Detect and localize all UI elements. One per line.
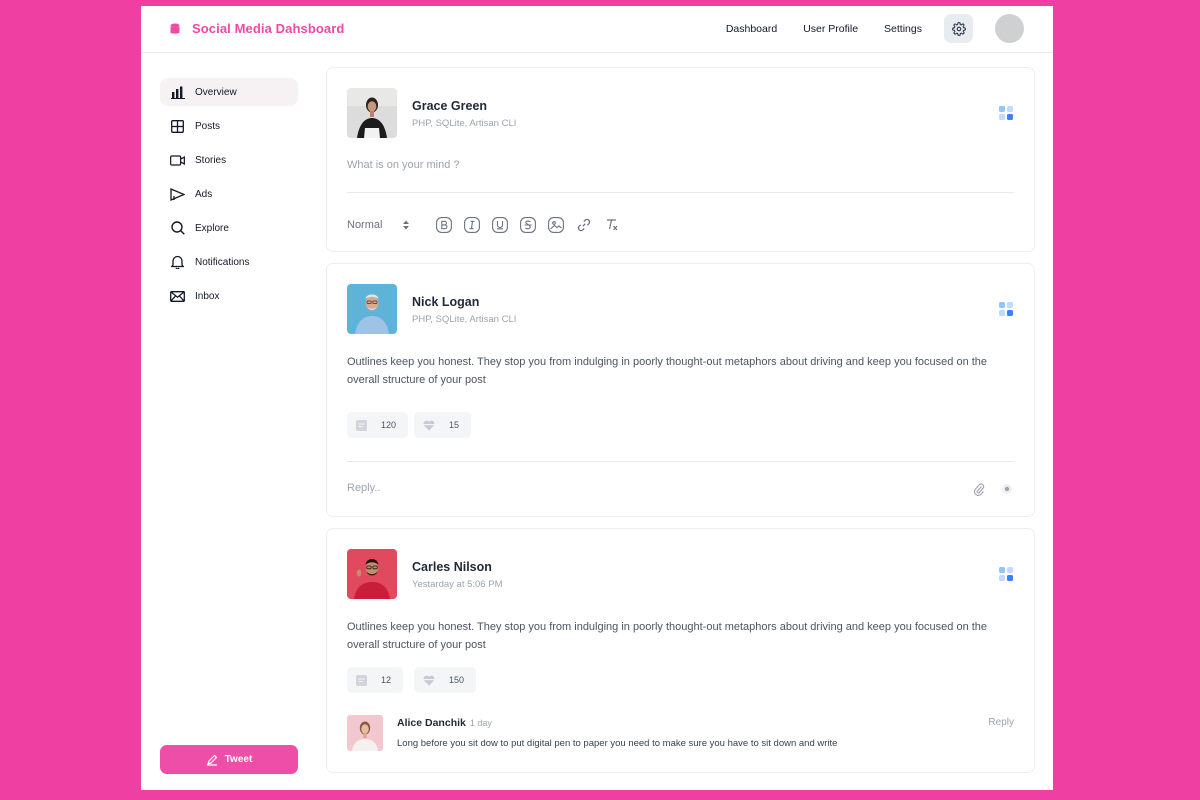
brand[interactable]: Social Media Dahsboard	[170, 21, 344, 36]
gear-icon	[951, 21, 966, 36]
composer-user-name: Grace Green	[412, 99, 488, 113]
chevron-updown-icon[interactable]	[396, 215, 416, 235]
post-avatar	[347, 549, 397, 599]
post-card: Carles Nilson Yestarday at 5:06 PM Outli…	[326, 528, 1035, 773]
post-user-name: Nick Logan	[412, 295, 480, 309]
post-avatar	[347, 284, 397, 334]
nav-settings[interactable]: Settings	[884, 23, 922, 35]
nav-user-profile[interactable]: User Profile	[803, 23, 858, 35]
strikethrough-icon[interactable]	[518, 215, 538, 235]
apps-icon[interactable]	[998, 566, 1014, 582]
post-text: Outlines keep you honest. They stop you …	[347, 356, 988, 386]
sidebar-item-label: Explore	[195, 222, 229, 234]
paperclip-icon[interactable]	[973, 482, 985, 496]
sidebar-item-stories[interactable]: Stories	[160, 146, 298, 174]
app-window: Social Media Dahsboard Dashboard User Pr…	[141, 6, 1053, 790]
sidebar-item-label: Ads	[195, 188, 213, 200]
comment-text: Long before you sit dow to put digital p…	[397, 738, 838, 749]
sidebar-item-label: Overview	[195, 86, 237, 98]
tweet-label: Tweet	[224, 754, 253, 765]
sidebar: Overview Posts Stories Ads Explore Notif…	[160, 78, 298, 316]
search-icon	[170, 221, 185, 236]
sidebar-item-ads[interactable]: Ads	[160, 180, 298, 208]
sidebar-item-label: Stories	[195, 154, 227, 166]
composer-input[interactable]: What is on your mind ?	[347, 159, 460, 171]
brand-name: Social Media Dahsboard	[192, 21, 345, 36]
comment-icon	[356, 419, 367, 431]
likes-count: 15	[449, 420, 460, 430]
tweet-button[interactable]: Tweet	[160, 745, 298, 774]
underline-icon[interactable]	[490, 215, 510, 235]
heart-icon	[423, 675, 435, 685]
post-timestamp: Yestarday at 5:06 PM	[412, 579, 503, 590]
settings-button[interactable]	[944, 14, 973, 43]
post-user-name: Carles Nilson	[412, 560, 492, 574]
composer-avatar	[347, 88, 397, 138]
mail-icon	[170, 289, 185, 304]
megaphone-icon	[170, 187, 185, 202]
post-user-subtitle: PHP, SQLite, Artisan CLI	[412, 314, 517, 325]
heart-icon	[423, 420, 435, 430]
grid-icon	[170, 119, 185, 134]
comment-author: Alice Danchik 1 day	[397, 717, 492, 729]
comments-count: 120	[381, 420, 397, 430]
post-card: Nick Logan PHP, SQLite, Artisan CLI Outl…	[326, 263, 1035, 517]
image-icon[interactable]	[546, 215, 566, 235]
comments-count-button[interactable]: 120	[347, 412, 409, 438]
comments-count-button[interactable]: 12	[347, 667, 404, 693]
composer-divider	[347, 192, 1014, 193]
apps-icon[interactable]	[998, 301, 1014, 317]
user-avatar[interactable]	[995, 14, 1024, 43]
sidebar-item-label: Inbox	[195, 290, 220, 302]
likes-count: 150	[449, 675, 465, 685]
video-icon	[170, 153, 185, 168]
location-pin-icon[interactable]	[1001, 483, 1013, 495]
apps-icon[interactable]	[998, 105, 1014, 121]
composer-toolbar: Normal	[347, 215, 630, 235]
comment-reply-link[interactable]: Reply	[988, 717, 1014, 728]
sidebar-item-label: Notifications	[195, 256, 250, 268]
brand-logo-icon	[170, 23, 180, 34]
bar-chart-icon	[170, 85, 185, 100]
sidebar-item-inbox[interactable]: Inbox	[160, 282, 298, 310]
likes-count-button[interactable]: 15	[414, 412, 472, 438]
text-style-select[interactable]: Normal	[347, 219, 382, 231]
bell-icon	[170, 255, 185, 270]
link-icon[interactable]	[574, 215, 594, 235]
bold-icon[interactable]	[434, 215, 454, 235]
comment-icon	[356, 674, 367, 686]
sidebar-item-explore[interactable]: Explore	[160, 214, 298, 242]
comment-time: 1 day	[469, 718, 492, 728]
italic-icon[interactable]	[462, 215, 482, 235]
likes-count-button[interactable]: 150	[414, 667, 477, 693]
pen-icon	[206, 754, 218, 766]
sidebar-item-posts[interactable]: Posts	[160, 112, 298, 140]
top-bar: Social Media Dahsboard Dashboard User Pr…	[141, 6, 1053, 53]
post-divider	[347, 461, 1014, 462]
sidebar-item-notifications[interactable]: Notifications	[160, 248, 298, 276]
sidebar-item-label: Posts	[195, 120, 221, 132]
sidebar-item-overview[interactable]: Overview	[160, 78, 298, 106]
top-nav: Dashboard User Profile Settings	[726, 23, 922, 35]
comment-author-name: Alice Danchik	[397, 717, 466, 729]
comment-avatar	[347, 715, 383, 751]
clear-format-icon[interactable]	[602, 215, 622, 235]
reply-input[interactable]: Reply..	[347, 482, 380, 494]
composer-card: Grace Green PHP, SQLite, Artisan CLI Wha…	[326, 67, 1035, 252]
nav-dashboard[interactable]: Dashboard	[726, 23, 777, 35]
post-text: Outlines keep you honest. They stop you …	[347, 621, 988, 651]
comments-count: 12	[381, 675, 392, 685]
composer-user-subtitle: PHP, SQLite, Artisan CLI	[412, 118, 517, 129]
